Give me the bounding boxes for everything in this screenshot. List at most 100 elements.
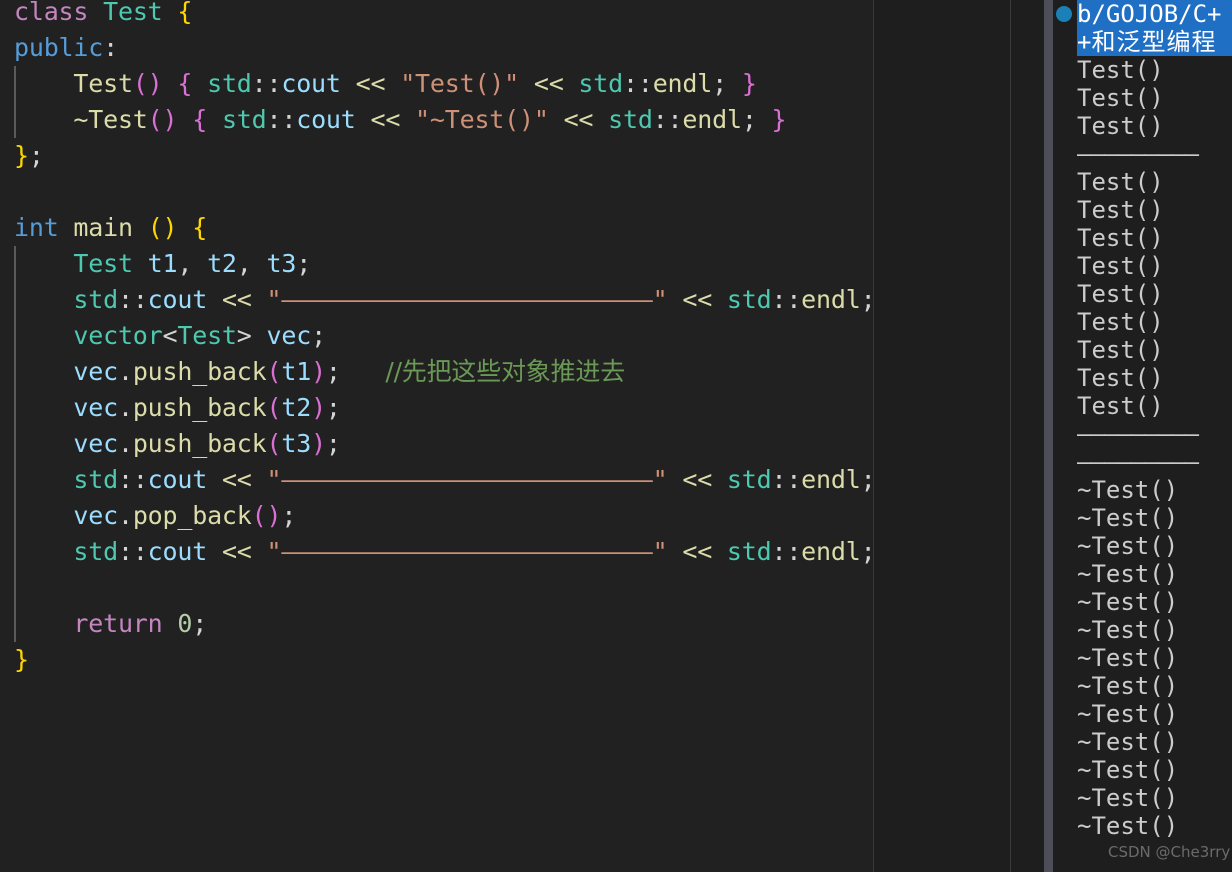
- code-line[interactable]: std::cout << "—————————————————————————"…: [0, 462, 873, 498]
- code-line[interactable]: std::cout << "—————————————————————————"…: [0, 282, 873, 318]
- code-token: ,: [177, 249, 208, 278]
- terminal-output-line: ~Test(): [1077, 504, 1179, 532]
- code-token: "—————————————————————————": [266, 285, 668, 314]
- code-token: std: [73, 285, 118, 314]
- code-line[interactable]: }: [0, 642, 873, 678]
- terminal-separator: —————————: [1077, 448, 1199, 476]
- code-token: std: [207, 69, 252, 98]
- code-line[interactable]: Test t1, t2, t3;: [0, 246, 873, 282]
- code-token: ): [311, 393, 326, 422]
- app-root: class Test {public: Test() { std::cout <…: [0, 0, 1232, 872]
- code-token: ::: [251, 69, 282, 98]
- code-line[interactable]: vec.push_back(t2);: [0, 390, 873, 426]
- code-line[interactable]: ~Test() { std::cout << "~Test()" << std:…: [0, 102, 873, 138]
- code-token: std: [73, 537, 118, 566]
- code-token: vec: [73, 429, 118, 458]
- code-token: ;: [325, 357, 341, 386]
- terminal-output-pane[interactable]: b/GOJOB/C++和泛型编程 Test() Test() Test() —————…: [1053, 0, 1232, 872]
- code-line[interactable]: [0, 570, 873, 606]
- code-token: Test: [177, 321, 237, 350]
- code-editor-pane[interactable]: class Test {public: Test() { std::cout <…: [0, 0, 873, 872]
- code-token: t2: [281, 393, 312, 422]
- code-token: }: [771, 105, 787, 134]
- code-line[interactable]: };: [0, 138, 873, 174]
- code-token: 0: [177, 609, 193, 638]
- code-token: vec: [73, 501, 118, 530]
- code-line[interactable]: vec.push_back(t1); //先把这些对象推进去: [0, 354, 873, 390]
- code-token: std: [73, 465, 118, 494]
- terminal-output-line: ~Test(): [1077, 728, 1179, 756]
- vertical-scrollbar-thumb[interactable]: [1044, 0, 1053, 872]
- terminal-output-line: ~Test(): [1077, 784, 1179, 812]
- terminal-output-line: Test(): [1077, 84, 1164, 112]
- code-token: ::: [117, 285, 148, 314]
- code-token: ;: [712, 69, 727, 98]
- terminal-output-line: Test(): [1077, 112, 1164, 140]
- code-token: <<: [221, 285, 252, 314]
- code-token: }: [14, 141, 29, 170]
- code-token: "Test()": [400, 69, 519, 98]
- code-token: ;: [325, 429, 341, 458]
- code-line[interactable]: int main () {: [0, 210, 873, 246]
- code-token: <<: [533, 69, 564, 98]
- code-token: public: [14, 33, 104, 62]
- code-line[interactable]: [0, 174, 873, 210]
- code-content[interactable]: class Test {public: Test() { std::cout <…: [0, 0, 873, 678]
- code-line[interactable]: Test() { std::cout << "Test()" << std::e…: [0, 66, 873, 102]
- code-line[interactable]: class Test {: [0, 0, 873, 30]
- code-token: std: [608, 105, 653, 134]
- terminal-title[interactable]: b/GOJOB/C++和泛型编程: [1077, 0, 1232, 56]
- code-line[interactable]: vec.pop_back();: [0, 498, 873, 534]
- code-line[interactable]: std::cout << "—————————————————————————"…: [0, 534, 873, 570]
- code-line[interactable]: vec.push_back(t3);: [0, 426, 873, 462]
- terminal-output-line: Test(): [1077, 392, 1164, 420]
- code-token: vec: [73, 357, 118, 386]
- code-token: vec: [73, 393, 118, 422]
- code-line[interactable]: public:: [0, 30, 873, 66]
- terminal-output-line: Test(): [1077, 280, 1164, 308]
- code-token: ;: [861, 285, 873, 314]
- code-token: "—————————————————————————": [266, 465, 668, 494]
- code-token: endl: [652, 69, 713, 98]
- code-token: <<: [221, 537, 252, 566]
- code-token: ;: [281, 501, 297, 530]
- code-token: ::: [117, 465, 148, 494]
- code-line[interactable]: return 0;: [0, 606, 873, 642]
- terminal-output-lines: Test() Test() Test() ————————— Test() Test() T…: [1077, 56, 1232, 840]
- terminal-header: b/GOJOB/C++和泛型编程: [1053, 0, 1232, 56]
- code-token: <<: [221, 465, 252, 494]
- code-token: int: [14, 213, 59, 242]
- code-token: std: [726, 537, 772, 566]
- terminal-title-cjk: 和泛型编程: [1091, 28, 1217, 56]
- code-token: <: [162, 321, 178, 350]
- code-token: return: [73, 609, 163, 638]
- code-token: t1: [147, 249, 178, 278]
- code-token: }: [14, 645, 29, 674]
- code-token: push_back: [132, 429, 267, 458]
- code-token: ::: [266, 105, 297, 134]
- code-token: ::: [622, 69, 653, 98]
- code-token: ;: [861, 537, 873, 566]
- code-line[interactable]: vector<Test> vec;: [0, 318, 873, 354]
- terminal-output-line: ~Test(): [1077, 644, 1179, 672]
- code-token: ,: [236, 249, 267, 278]
- code-token: pop_back: [132, 501, 252, 530]
